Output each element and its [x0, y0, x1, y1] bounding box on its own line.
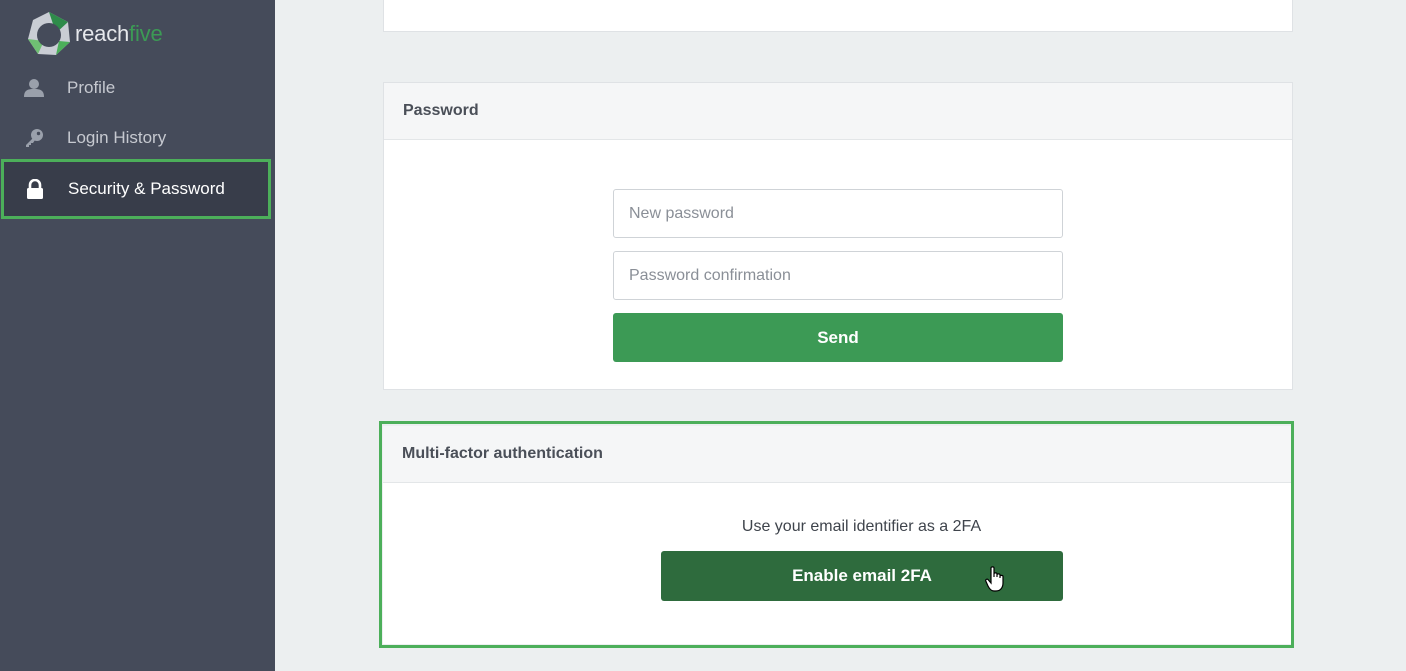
sidebar-item-security-password[interactable]: Security & Password	[1, 159, 271, 219]
previous-section-card	[383, 0, 1293, 32]
new-password-input[interactable]	[613, 189, 1063, 238]
logo-wordmark: reachfive	[75, 21, 163, 47]
user-icon	[23, 77, 45, 99]
sidebar-item-login-history[interactable]: Login History	[0, 113, 275, 163]
mfa-description: Use your email identifier as a 2FA	[741, 518, 982, 535]
lock-icon	[24, 178, 46, 200]
logo-word-five: five	[129, 21, 163, 46]
key-icon	[23, 127, 45, 149]
password-confirmation-input[interactable]	[613, 251, 1063, 300]
sidebar-item-label: Profile	[67, 78, 116, 97]
send-button[interactable]: Send	[613, 313, 1063, 362]
logo-word-reach: reach	[75, 21, 130, 46]
mfa-card-title: Multi-factor authentication	[383, 426, 1293, 483]
sidebar-item-label: Login History	[67, 128, 167, 147]
reachfive-logo[interactable]: reachfive	[26, 10, 163, 58]
reachfive-logo-icon	[28, 12, 70, 55]
sidebar-item-label: Security & Password	[68, 179, 225, 198]
password-card: Password Send	[383, 82, 1293, 390]
enable-email-2fa-label: Enable email 2FA	[792, 566, 932, 585]
mfa-card: Multi-factor authentication Use your ema…	[383, 426, 1293, 644]
hand-cursor-icon	[985, 566, 1004, 592]
sidebar-item-profile[interactable]: Profile	[0, 63, 275, 113]
password-card-title: Password	[384, 83, 1292, 140]
sidebar: reachfive Profile Login History Security…	[0, 0, 275, 671]
